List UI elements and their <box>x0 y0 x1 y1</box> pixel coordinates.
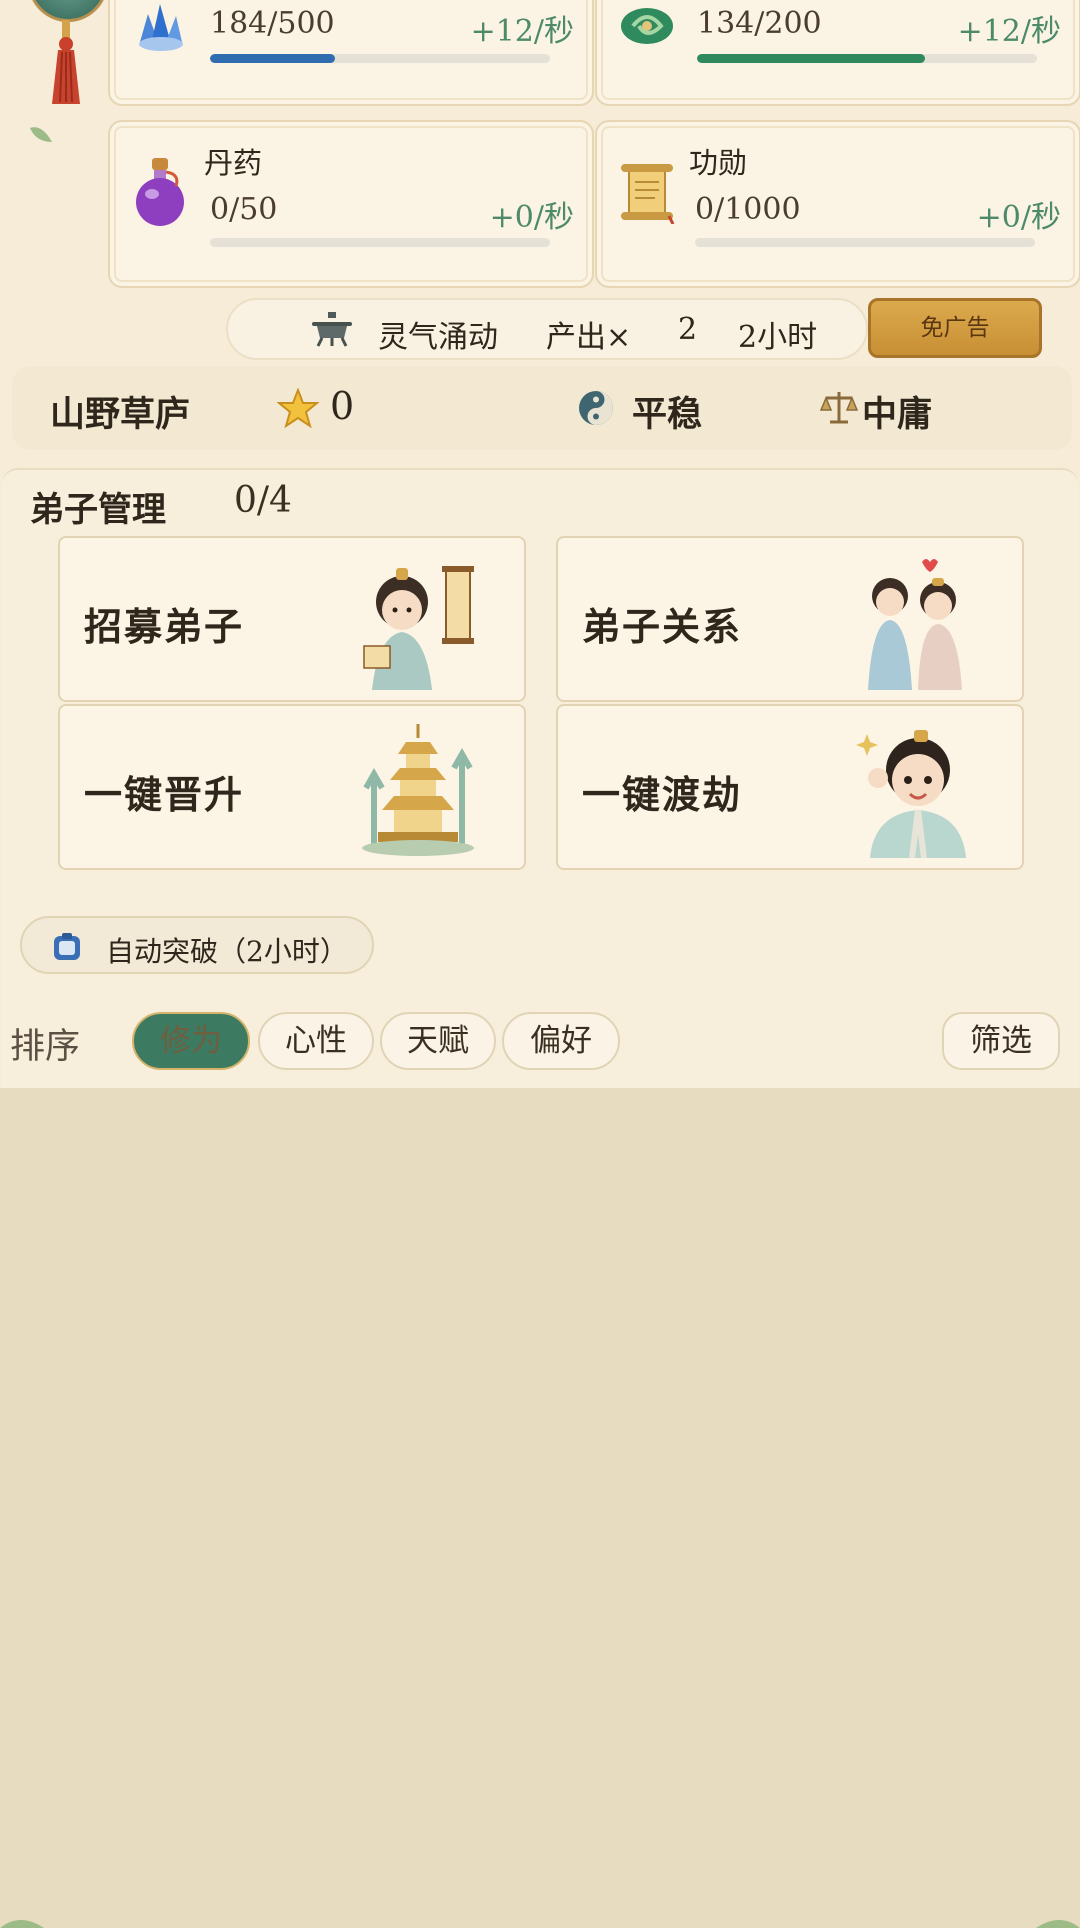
scroll-icon <box>621 164 675 224</box>
disciple-panel-title: 弟子管理 <box>30 490 166 530</box>
golden-pagoda-art <box>362 724 474 856</box>
resource-progress-fill <box>210 54 336 63</box>
clipboard-icon <box>54 933 80 960</box>
balance-scale-icon <box>820 392 858 424</box>
blue-crystal-icon <box>139 4 183 51</box>
sort-option-talent[interactable]: 天赋 <box>380 1012 496 1070</box>
resource-name: 丹药 <box>204 146 263 180</box>
sect-star-count: 0 <box>330 384 355 428</box>
action-label: 招募弟子 <box>84 604 245 649</box>
cheering-disciple-art <box>856 730 966 859</box>
resource-rate: +12/秒 <box>957 14 1061 49</box>
disciple-count: 0/4 <box>234 480 292 521</box>
resource-progress-bar <box>695 238 1035 247</box>
resource-progress-bar <box>210 238 550 247</box>
resource-value: 184/500 <box>210 6 335 41</box>
resource-rate: +12/秒 <box>470 14 574 49</box>
resource-value: 0/1000 <box>695 192 801 227</box>
red-tassel-icon <box>52 20 80 104</box>
sect-info-bar: 山野草庐 0 平稳 中庸 <box>12 366 1072 450</box>
resource-name: 功勋 <box>689 146 748 180</box>
leaf-decoration-icon <box>30 127 52 142</box>
boost-duration: 2小时 <box>738 320 818 355</box>
ad-free-button[interactable]: 免广告 <box>868 298 1042 358</box>
resource-rate: +0/秒 <box>489 200 574 235</box>
resource-value: 0/50 <box>210 192 278 227</box>
disciple-relations-button[interactable]: 弟子关系 <box>556 536 1024 702</box>
one-click-promote-button[interactable]: 一键晋升 <box>58 704 526 870</box>
sort-label: 排序 <box>10 1027 81 1067</box>
spirit-surge-bar: 灵气涌动 产出× 2 2小时 <box>226 298 868 360</box>
resource-progress-bar <box>697 54 1037 63</box>
purple-potion-icon <box>136 158 184 226</box>
one-click-tribulation-button[interactable]: 一键渡劫 <box>556 704 1024 870</box>
resource-card-merit: 功勋 0/1000 +0/秒 <box>595 120 1080 288</box>
sort-option-preference[interactable]: 偏好 <box>502 1012 620 1070</box>
sect-alignment: 中庸 <box>862 394 933 435</box>
leaf-decoration-icon <box>0 1920 44 1928</box>
resource-value: 134/200 <box>697 6 822 41</box>
resource-progress-fill <box>697 54 925 63</box>
incense-burner-icon <box>312 312 352 347</box>
recruit-disciple-button[interactable]: 招募弟子 <box>58 536 526 702</box>
leaf-decoration-icon <box>1036 1920 1080 1928</box>
boost-output-label: 产出× <box>546 320 632 355</box>
auto-breakthrough-toggle[interactable]: 自动突破（2小时） <box>20 916 374 974</box>
resource-card-spirit-stone: 184/500 +12/秒 <box>108 0 594 106</box>
resource-card-pills: 丹药 0/50 +0/秒 <box>108 120 594 288</box>
resource-progress-bar <box>210 54 550 63</box>
disciple-couple-art <box>868 559 962 690</box>
sect-state: 平稳 <box>632 394 703 435</box>
sort-option-cultivation[interactable]: 修为 <box>132 1012 250 1070</box>
boost-multiplier: 2 <box>678 312 698 347</box>
star-icon <box>277 388 319 428</box>
recruit-scroll-character-art <box>363 566 474 690</box>
sect-name: 山野草庐 <box>50 394 191 435</box>
sort-option-temperament[interactable]: 心性 <box>258 1012 374 1070</box>
action-label: 一键晋升 <box>84 772 245 817</box>
auto-breakthrough-label: 自动突破（2小时） <box>106 935 348 968</box>
action-label: 一键渡劫 <box>582 772 743 817</box>
boost-name: 灵气涌动 <box>378 320 498 355</box>
jade-coil-icon <box>621 8 673 44</box>
action-label: 弟子关系 <box>582 604 743 649</box>
resource-rate: +0/秒 <box>976 200 1061 235</box>
resource-card-jade: 134/200 +12/秒 <box>595 0 1080 106</box>
yin-yang-icon <box>579 391 613 425</box>
filter-button[interactable]: 筛选 <box>942 1012 1060 1070</box>
